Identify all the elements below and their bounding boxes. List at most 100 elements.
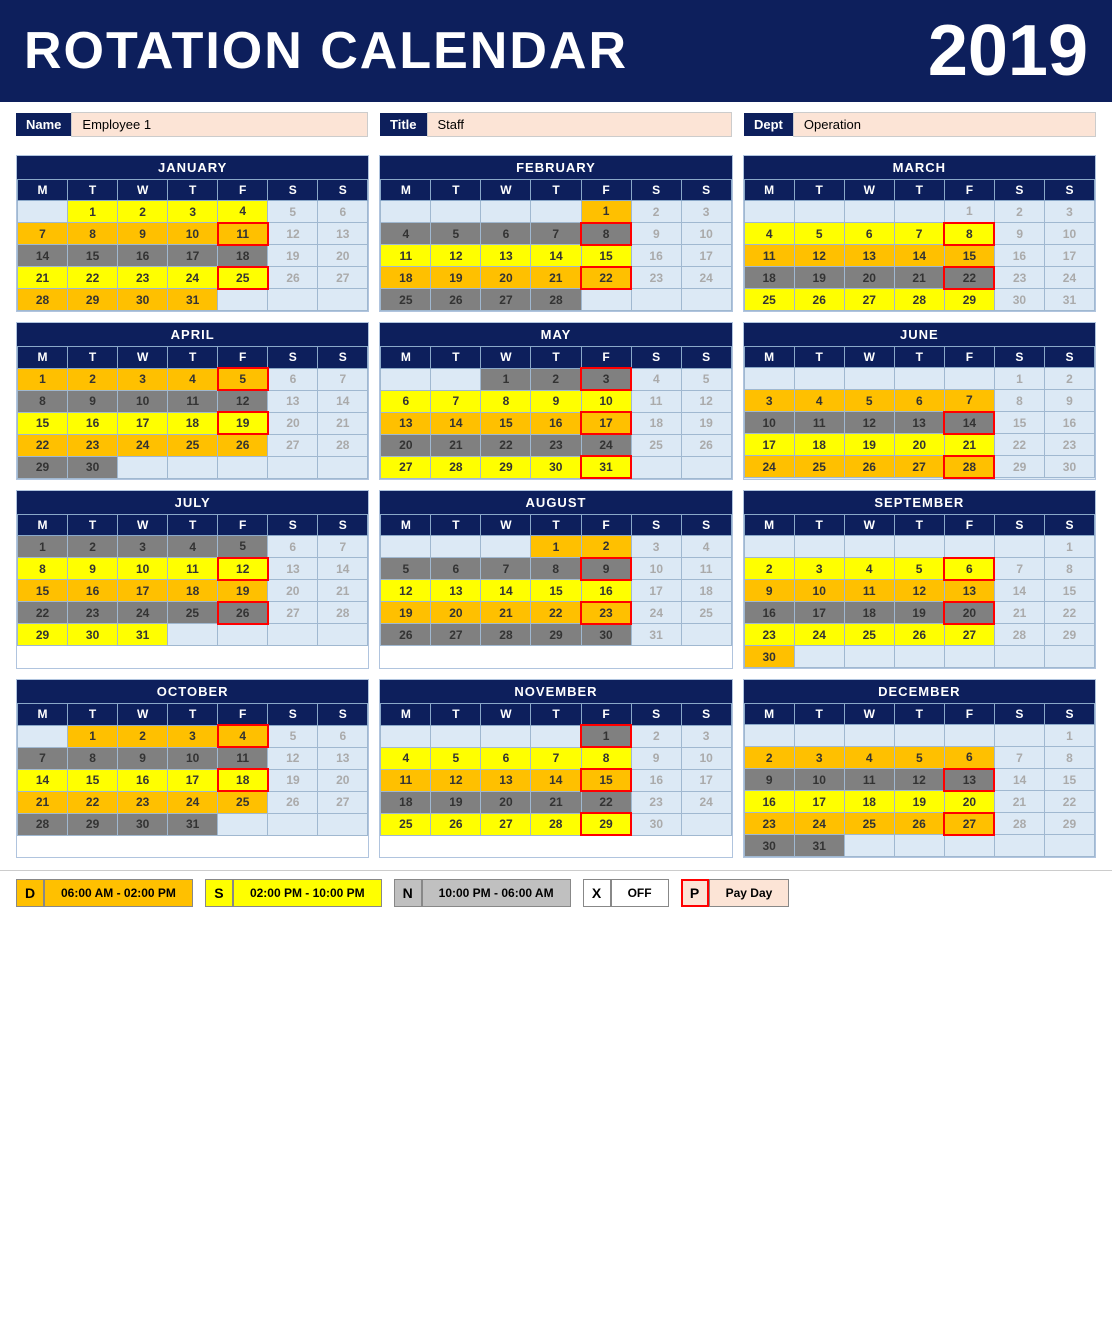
day-header: M — [381, 515, 431, 536]
day-header: S — [994, 347, 1044, 368]
cal-table-january: MTWTFSS123456789101112131415161718192021… — [17, 179, 368, 311]
cal-day: 30 — [744, 835, 794, 857]
cal-day: 26 — [218, 602, 268, 624]
cal-day: 23 — [744, 813, 794, 835]
cal-day — [631, 456, 681, 478]
cal-day: 23 — [631, 267, 681, 289]
cal-day — [681, 456, 731, 478]
cal-day: 8 — [994, 390, 1044, 412]
cal-day: 24 — [581, 434, 631, 456]
cal-day: 21 — [994, 602, 1044, 624]
cal-day: 15 — [68, 245, 118, 267]
cal-day: 3 — [681, 201, 731, 223]
cal-day: 29 — [18, 456, 68, 478]
cal-day: 17 — [631, 580, 681, 602]
cal-day: 20 — [381, 434, 431, 456]
cal-day: 31 — [794, 835, 844, 857]
day-header: S — [631, 347, 681, 369]
cal-day — [681, 624, 731, 646]
cal-day: 31 — [1044, 289, 1094, 311]
cal-day — [318, 456, 368, 478]
cal-day: 21 — [894, 267, 944, 289]
cal-day: 25 — [168, 434, 218, 456]
cal-day: 23 — [68, 602, 118, 624]
cal-day: 18 — [631, 412, 681, 434]
cal-day: 15 — [1044, 769, 1094, 791]
cal-day: 22 — [581, 267, 631, 289]
cal-day: 28 — [994, 624, 1044, 646]
cal-day: 19 — [431, 267, 481, 289]
cal-day: 31 — [168, 813, 218, 835]
cal-day: 26 — [431, 289, 481, 311]
cal-day: 27 — [318, 791, 368, 813]
day-header: S — [1044, 180, 1094, 201]
legend-n: N 10:00 PM - 06:00 AM — [394, 879, 571, 907]
day-header: W — [481, 704, 531, 726]
cal-day: 4 — [794, 390, 844, 412]
day-header: S — [318, 704, 368, 726]
cal-day — [794, 201, 844, 223]
cal-day: 28 — [531, 813, 581, 835]
cal-day: 17 — [794, 602, 844, 624]
cal-day: 6 — [431, 558, 481, 580]
day-header: T — [431, 180, 481, 201]
cal-day: 27 — [844, 289, 894, 311]
cal-day: 28 — [18, 813, 68, 835]
month-header-july: JULY — [17, 491, 368, 514]
cal-day — [681, 289, 731, 311]
day-header: W — [844, 704, 894, 725]
cal-day: 11 — [168, 390, 218, 412]
cal-day: 20 — [481, 791, 531, 813]
cal-day: 31 — [118, 624, 168, 646]
cal-day: 27 — [894, 456, 944, 478]
day-header: F — [944, 704, 994, 725]
month-header-september: SEPTEMBER — [744, 491, 1095, 514]
month-june: JUNEMTWTFSS12345678910111213141516171819… — [743, 322, 1096, 480]
legend-p-text: Pay Day — [709, 879, 790, 907]
cal-day: 8 — [1044, 558, 1094, 580]
cal-day — [381, 201, 431, 223]
cal-day: 9 — [744, 769, 794, 791]
cal-day: 25 — [631, 434, 681, 456]
cal-day: 4 — [381, 223, 431, 245]
cal-day: 10 — [631, 558, 681, 580]
cal-table-february: MTWTFSS123456789101112131415161718192021… — [380, 179, 731, 311]
legend-x: X OFF — [583, 879, 669, 907]
header-title: ROTATION CALENDAR — [24, 21, 628, 81]
name-value: Employee 1 — [71, 112, 368, 137]
cal-day: 28 — [18, 289, 68, 311]
day-header: W — [481, 515, 531, 536]
cal-day: 6 — [481, 747, 531, 769]
day-header: S — [681, 347, 731, 369]
cal-day: 30 — [531, 456, 581, 478]
cal-day — [581, 289, 631, 311]
cal-day: 25 — [794, 456, 844, 478]
day-header: F — [581, 347, 631, 369]
cal-day: 13 — [318, 223, 368, 245]
cal-day: 14 — [431, 412, 481, 434]
day-header: M — [18, 704, 68, 726]
cal-day: 2 — [118, 201, 168, 223]
cal-day: 28 — [481, 624, 531, 646]
legend-n-box: N — [394, 879, 422, 907]
cal-day: 8 — [581, 747, 631, 769]
cal-day: 23 — [1044, 434, 1094, 456]
cal-day: 9 — [631, 223, 681, 245]
cal-day — [681, 813, 731, 835]
cal-day: 2 — [118, 725, 168, 747]
cal-day: 18 — [844, 602, 894, 624]
day-header: M — [18, 180, 68, 201]
cal-day: 23 — [744, 624, 794, 646]
cal-day: 3 — [794, 747, 844, 769]
month-header-may: MAY — [380, 323, 731, 346]
cal-day: 13 — [431, 580, 481, 602]
cal-day: 22 — [68, 791, 118, 813]
cal-day: 15 — [531, 580, 581, 602]
cal-day: 12 — [431, 245, 481, 267]
cal-day — [168, 456, 218, 478]
cal-day — [994, 536, 1044, 558]
cal-day: 10 — [794, 769, 844, 791]
month-header-january: JANUARY — [17, 156, 368, 179]
day-header: S — [994, 704, 1044, 725]
cal-day: 9 — [531, 390, 581, 412]
